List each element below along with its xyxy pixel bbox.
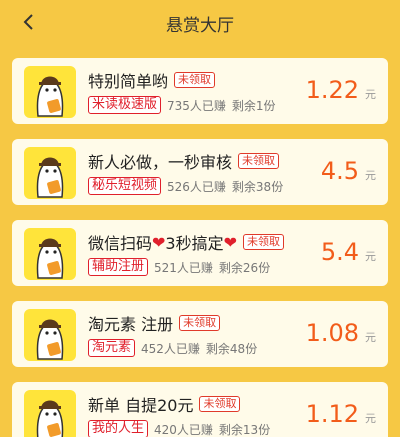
- task-title-row: 特别简单哟 未领取: [88, 68, 216, 92]
- task-card[interactable]: 新人必做，一秒审核 未领取 秘乐短视频 526人已赚 剩余38份 4.5 元: [12, 139, 388, 205]
- reward-unit: 元: [365, 88, 376, 101]
- mascot-icon: [36, 76, 64, 117]
- task-title-row: 新人必做，一秒审核 未领取: [88, 149, 280, 173]
- status-badge: 未领取: [243, 234, 285, 250]
- earned-count: 735人已赚: [167, 98, 226, 113]
- task-meta: 秘乐短视频 526人已赚 剩余38份: [88, 177, 283, 195]
- status-badge: 未领取: [199, 396, 241, 412]
- task-meta: 辅助注册 521人已赚 剩余26份: [88, 258, 270, 276]
- reward: 1.22 元: [306, 76, 376, 104]
- reward: 4.5 元: [321, 157, 376, 185]
- task-card[interactable]: 新单 自提20元 未领取 我的人生 420人已赚 剩余13份 1.12 元: [12, 382, 388, 437]
- reward-unit: 元: [365, 331, 376, 344]
- heart-icon: ❤: [223, 232, 238, 252]
- app-tag: 米读极速版: [88, 96, 162, 114]
- task-title: 淘元素 注册: [88, 315, 174, 334]
- task-title: 新单 自提20元: [88, 396, 194, 415]
- task-title-part-2: 3秒搞定: [165, 234, 224, 253]
- task-title-row: 淘元素 注册 未领取: [88, 311, 221, 335]
- remaining-count: 剩余38份: [231, 179, 284, 194]
- reward-price: 5.4: [320, 238, 359, 266]
- app-tag: 淘元素: [88, 339, 136, 357]
- header-bar: 悬赏大厅: [0, 0, 400, 46]
- earned-count: 521人已赚: [154, 260, 213, 275]
- heart-icon: ❤: [152, 232, 166, 252]
- reward-price: 1.12: [305, 400, 359, 428]
- reward-price: 1.08: [305, 319, 359, 347]
- reward-unit: 元: [365, 250, 376, 263]
- reward-price: 4.5: [320, 157, 359, 185]
- status-badge: 未领取: [238, 153, 280, 169]
- remaining-count: 剩余13份: [218, 422, 271, 437]
- page-title: 悬赏大厅: [166, 15, 234, 36]
- back-button[interactable]: [14, 7, 44, 37]
- reward: 1.08 元: [306, 319, 376, 347]
- status-badge: 未领取: [174, 72, 216, 88]
- mascot-icon: [36, 400, 64, 437]
- task-title: 新人必做，一秒审核: [88, 153, 233, 172]
- app-tag: 秘乐短视频: [88, 177, 162, 195]
- earned-count: 526人已赚: [167, 179, 226, 194]
- mascot-icon: [36, 319, 64, 360]
- mascot-icon: [36, 238, 64, 279]
- reward: 5.4 元: [321, 238, 376, 266]
- remaining-count: 剩余1份: [231, 98, 276, 113]
- task-meta: 我的人生 420人已赚 剩余13份: [88, 420, 270, 437]
- task-avatar: [24, 228, 76, 280]
- task-card[interactable]: 特别简单哟 未领取 米读极速版 735人已赚 剩余1份 1.22 元: [12, 58, 388, 124]
- task-card[interactable]: 淘元素 注册 未领取 淘元素 452人已赚 剩余48份 1.08 元: [12, 301, 388, 367]
- chevron-left-icon: [23, 14, 33, 30]
- earned-count: 452人已赚: [141, 341, 200, 356]
- task-meta: 淘元素 452人已赚 剩余48份: [88, 339, 257, 357]
- task-title-part-1: 微信扫码: [88, 234, 153, 253]
- task-avatar: [24, 309, 76, 361]
- reward-price: 1.22: [305, 76, 359, 104]
- reward-unit: 元: [365, 169, 376, 182]
- task-avatar: [24, 147, 76, 199]
- task-meta: 米读极速版 735人已赚 剩余1份: [88, 96, 276, 114]
- reward-unit: 元: [365, 412, 376, 425]
- app-tag: 我的人生: [88, 420, 149, 437]
- app-tag: 辅助注册: [88, 258, 149, 276]
- status-badge: 未领取: [179, 315, 221, 331]
- reward: 1.12 元: [306, 400, 376, 428]
- task-avatar: [24, 390, 76, 437]
- task-title-row: 微信扫码 ❤ 3秒搞定 ❤ 未领取: [88, 230, 285, 254]
- earned-count: 420人已赚: [154, 422, 213, 437]
- task-avatar: [24, 66, 76, 118]
- task-title-row: 新单 自提20元 未领取: [88, 392, 241, 416]
- mascot-icon: [36, 157, 64, 198]
- remaining-count: 剩余26份: [218, 260, 271, 275]
- task-card[interactable]: 微信扫码 ❤ 3秒搞定 ❤ 未领取 辅助注册 521人已赚 剩余26份 5.4 …: [12, 220, 388, 286]
- task-title: 特别简单哟: [88, 72, 169, 91]
- remaining-count: 剩余48份: [205, 341, 258, 356]
